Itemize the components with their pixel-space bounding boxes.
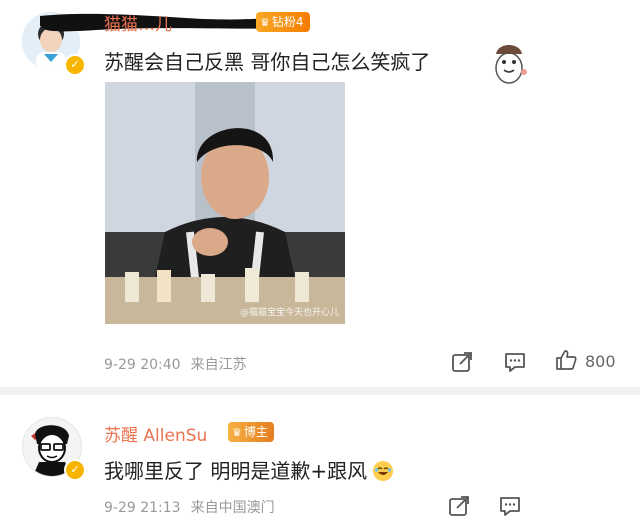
username[interactable]: 苏醒 AllenSu [104, 421, 207, 446]
comment-location: 来自江苏 [190, 357, 247, 373]
comment-date: 9-29 21:13 [104, 500, 181, 516]
fan-badge[interactable]: ♛ 钻粉4 [256, 12, 310, 32]
verified-icon: ✓ [64, 54, 86, 76]
verified-icon: ✓ [64, 459, 86, 481]
comment-meta: 9-29 20:40 来自江苏 [104, 354, 247, 374]
like-icon[interactable] [554, 348, 578, 372]
cartoon-sticker-icon [495, 45, 527, 84]
comment-icon[interactable] [498, 494, 522, 518]
comment-text-content: 我哪里反了 明明是道歉+跟风 [104, 459, 368, 483]
comment-photo[interactable]: @猫猫宝宝今天也开心儿 [105, 82, 345, 324]
share-icon[interactable] [447, 494, 471, 518]
fan-badge-label: 钻粉4 [271, 15, 304, 29]
comment-icon[interactable] [503, 350, 527, 374]
crown-icon: ♛ [232, 426, 242, 439]
comment-text: 苏醒会自己反黑 哥你自己怎么笑疯了 [104, 50, 431, 74]
photo-watermark: @猫猫宝宝今天也开心儿 [239, 308, 339, 318]
comment-meta: 9-29 21:13 来自中国澳门 [104, 497, 275, 517]
laughing-emoji-icon [373, 461, 394, 481]
comment-text: 我哪里反了 明明是道歉+跟风 [104, 455, 394, 484]
username-text: 猫猫…儿 [104, 15, 172, 35]
share-icon[interactable] [450, 350, 474, 374]
comment-divider [0, 387, 640, 395]
username[interactable]: 猫猫…儿 [104, 10, 172, 35]
comment-date: 9-29 20:40 [104, 357, 181, 373]
like-count: 800 [585, 352, 616, 371]
blogger-badge[interactable]: ♛ 博主 [228, 422, 274, 442]
comment-2: ✓ 苏醒 AllenSu ♛ 博主 我哪里反了 明明是道歉+跟风 9-29 21:… [0, 395, 640, 531]
crown-icon: ♛ [260, 16, 270, 29]
blogger-badge-label: 博主 [243, 425, 268, 439]
comment-1: ✓ 猫猫…儿 ♛ 钻粉4 苏醒会自己反黑 哥你自己怎么笑疯了 @猫猫宝宝今天也开… [0, 0, 640, 387]
comment-location: 来自中国澳门 [190, 500, 275, 516]
